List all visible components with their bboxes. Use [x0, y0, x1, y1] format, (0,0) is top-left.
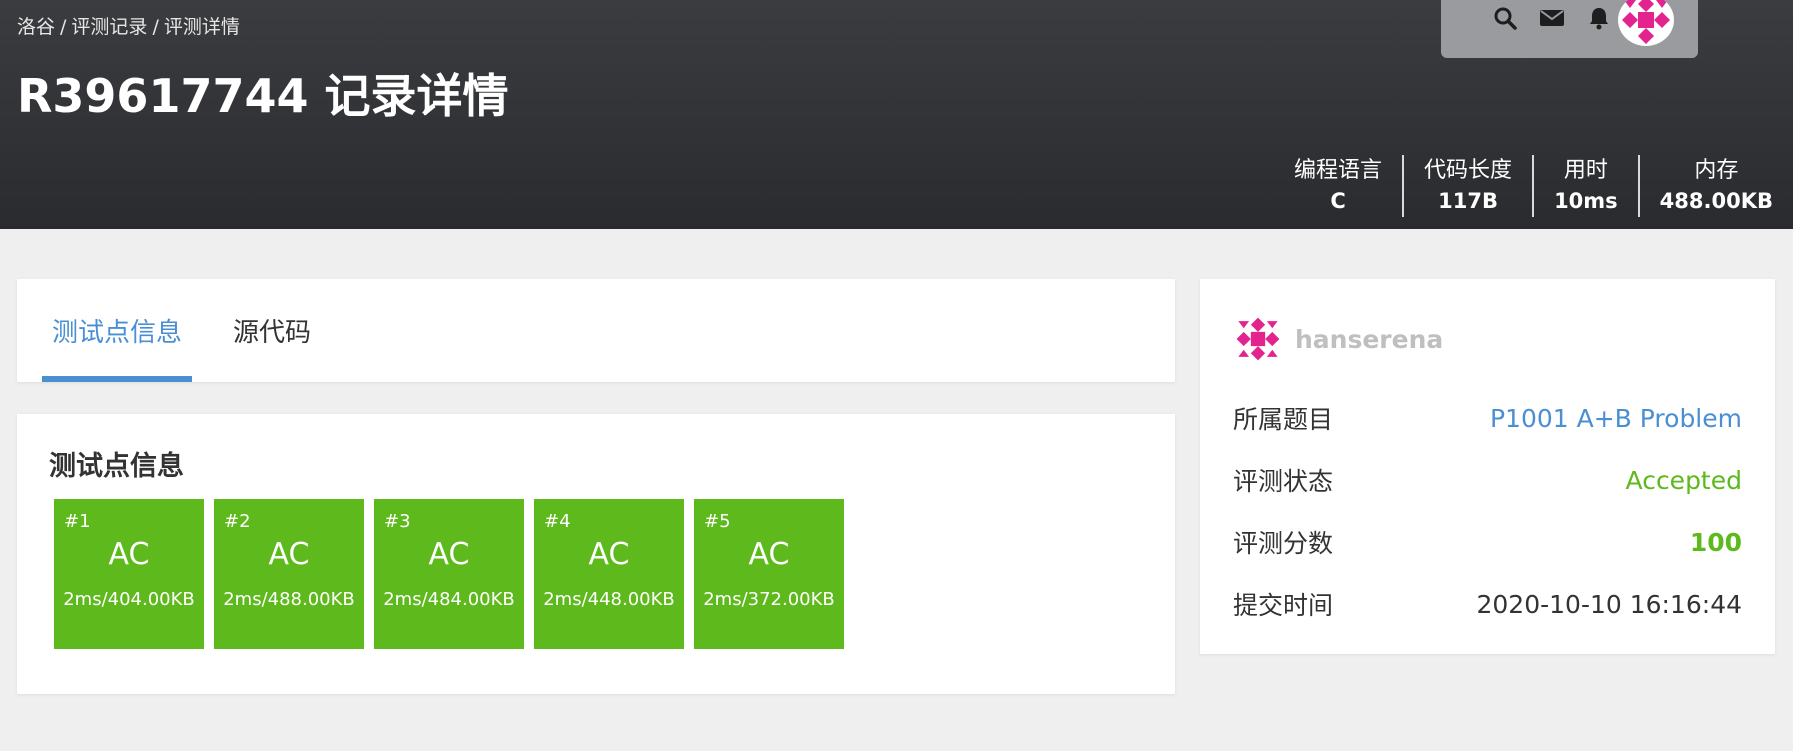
breadcrumb-separator: / [152, 16, 159, 38]
test-point[interactable]: #3 AC 2ms/484.00KB [374, 499, 524, 649]
breadcrumb-item-luogu[interactable]: 洛谷 [17, 16, 55, 38]
test-point-detail: 2ms/448.00KB [543, 589, 675, 610]
stat-value: 488.00KB [1659, 189, 1773, 213]
test-point-detail: 2ms/404.00KB [63, 589, 195, 610]
bell-icon[interactable] [1585, 4, 1613, 32]
breadcrumb-item-detail: 评测详情 [163, 16, 240, 38]
page-header: 洛谷 / 评测记录 / 评测详情 R39617744 记录详情 编程语言 C 代… [0, 0, 1793, 229]
stat-label: 编程语言 [1294, 158, 1383, 183]
avatar[interactable] [1618, 0, 1674, 46]
info-row-score: 评测分数 100 [1233, 522, 1742, 562]
stat-value: C [1330, 189, 1346, 213]
info-row-problem: 所属题目 P1001 A+B Problem [1233, 398, 1742, 438]
breadcrumb-item-records[interactable]: 评测记录 [71, 16, 147, 38]
info-row-status: 评测状态 Accepted [1233, 460, 1742, 500]
test-point-status: AC [268, 537, 310, 572]
stat-label: 代码长度 [1424, 158, 1513, 183]
test-point[interactable]: #5 AC 2ms/372.00KB [694, 499, 844, 649]
test-points-title: 测试点信息 [49, 451, 184, 482]
search-icon[interactable] [1491, 4, 1519, 32]
info-label: 所属题目 [1233, 405, 1334, 434]
test-point[interactable]: #4 AC 2ms/448.00KB [534, 499, 684, 649]
user-avatar[interactable] [1233, 314, 1283, 364]
username-link[interactable]: hanserena [1295, 325, 1443, 354]
info-label: 提交时间 [1233, 591, 1334, 620]
submitter[interactable]: hanserena [1233, 312, 1443, 366]
test-point-status: AC [108, 537, 150, 572]
mail-icon[interactable] [1538, 4, 1566, 32]
test-point-detail: 2ms/372.00KB [703, 589, 835, 610]
score-value: 100 [1689, 527, 1742, 557]
test-point[interactable]: #2 AC 2ms/488.00KB [214, 499, 364, 649]
stat-time: 用时 10ms [1532, 155, 1638, 217]
info-label: 评测状态 [1233, 467, 1334, 496]
submit-time-value: 2020-10-10 16:16:44 [1476, 589, 1742, 619]
breadcrumb: 洛谷 / 评测记录 / 评测详情 [17, 12, 240, 39]
record-info-card: hanserena 所属题目 P1001 A+B Problem 评测状态 Ac… [1200, 279, 1775, 654]
page-title: R39617744 记录详情 [17, 69, 509, 123]
breadcrumb-separator: / [60, 16, 67, 38]
status-value: Accepted [1625, 465, 1742, 495]
test-point-status: AC [588, 537, 630, 572]
test-point-number: #2 [224, 511, 251, 532]
test-points-card: 测试点信息 #1 AC 2ms/404.00KB #2 AC 2ms/488.0… [17, 414, 1175, 694]
stat-value: 10ms [1554, 189, 1618, 213]
info-label: 评测分数 [1233, 529, 1334, 558]
tab-bar: 测试点信息 源代码 [17, 279, 1175, 382]
stat-value: 117B [1438, 189, 1498, 213]
test-point[interactable]: #1 AC 2ms/404.00KB [54, 499, 204, 649]
test-point-number: #1 [64, 511, 91, 532]
stat-memory: 内存 488.00KB [1637, 155, 1793, 217]
record-stats: 编程语言 C 代码长度 117B 用时 10ms 内存 488.00KB [1274, 155, 1793, 217]
test-point-number: #3 [384, 511, 411, 532]
test-point-number: #4 [544, 511, 571, 532]
stat-code-length: 代码长度 117B [1402, 155, 1532, 217]
tab-test-points[interactable]: 测试点信息 [42, 279, 192, 382]
stat-label: 内存 [1694, 158, 1739, 183]
test-point-status: AC [748, 537, 790, 572]
stat-language: 编程语言 C [1274, 155, 1402, 217]
test-point-detail: 2ms/488.00KB [223, 589, 355, 610]
info-row-submit-time: 提交时间 2020-10-10 16:16:44 [1233, 584, 1742, 624]
test-point-detail: 2ms/484.00KB [383, 589, 515, 610]
problem-link[interactable]: P1001 A+B Problem [1490, 404, 1742, 433]
test-point-status: AC [428, 537, 470, 572]
tab-source-code[interactable]: 源代码 [217, 279, 327, 382]
stat-label: 用时 [1563, 158, 1608, 183]
user-toolbar [1441, 0, 1698, 58]
test-point-number: #5 [704, 511, 731, 532]
